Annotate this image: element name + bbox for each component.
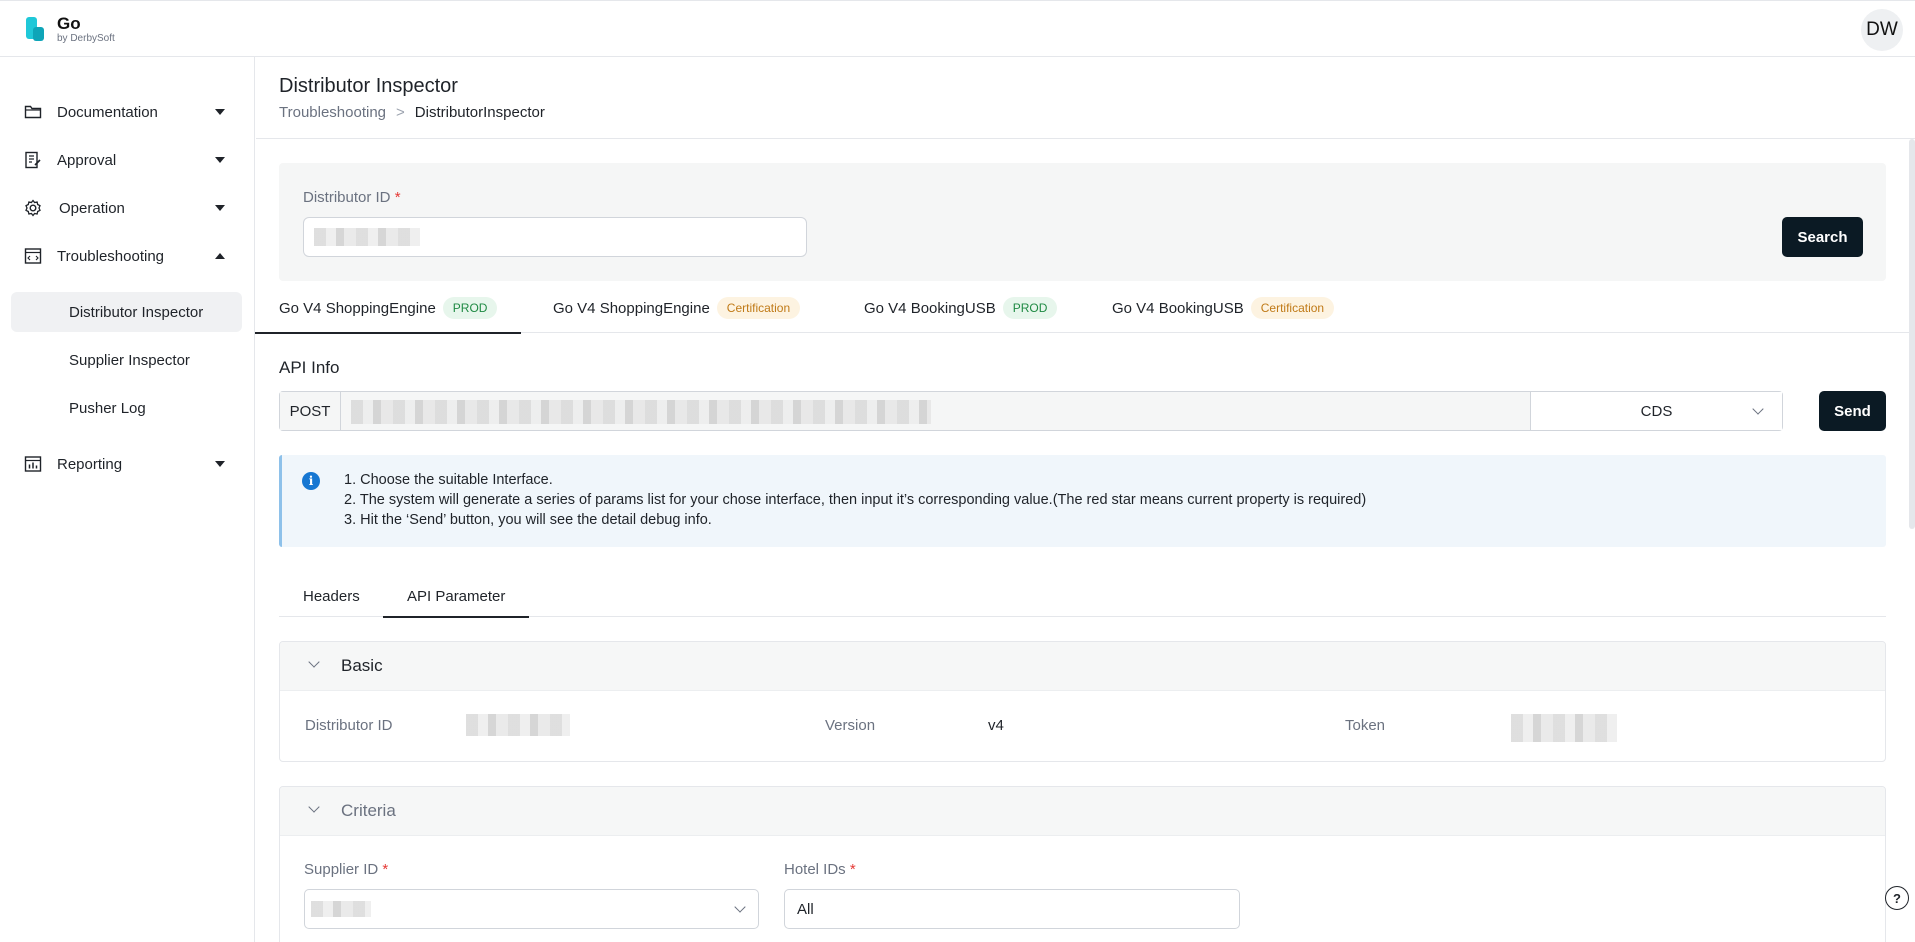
sidebar-subitem-label: Pusher Log [69, 399, 146, 417]
app-name: Go [57, 14, 81, 33]
info-icon: i [302, 472, 320, 490]
sidebar-item-operation[interactable]: Operation [0, 188, 254, 228]
request-subtabs: Headers API Parameter [279, 575, 1886, 618]
sidebar-subitem-label: Supplier Inspector [69, 351, 190, 369]
redacted-distributor-id [466, 714, 570, 736]
chevron-down-icon [308, 801, 320, 813]
search-button[interactable]: Search [1782, 217, 1863, 257]
tab-label: Go V4 BookingUSB [864, 299, 996, 317]
breadcrumb-current: DistributorInspector [414, 104, 545, 121]
supplier-id-label: Supplier ID * [304, 861, 389, 878]
page-title: Distributor Inspector [279, 75, 458, 97]
breadcrumb: Troubleshooting > DistributorInspector [279, 104, 545, 121]
redacted-supplier-id [311, 901, 371, 917]
env-badge: Certification [1250, 297, 1335, 319]
go-logo-icon [26, 17, 46, 43]
http-method: POST [280, 392, 341, 430]
distributor-search-panel: Distributor ID * Search [279, 163, 1886, 281]
redacted-token [1511, 714, 1617, 742]
sidebar-subitem-label: Distributor Inspector [69, 303, 204, 321]
basic-section-header[interactable]: Basic [280, 642, 1885, 691]
tab-bookingusb-prod[interactable]: Go V4 BookingUSB PROD [864, 283, 1058, 333]
sidebar-subitem-distributor-inspector[interactable]: Distributor Inspector [11, 292, 242, 332]
criteria-section: Criteria Supplier ID * Hotel IDs * All [279, 786, 1886, 942]
sidebar: Documentation Approval Operation Trouble… [0, 57, 255, 942]
token-label: Token [1345, 717, 1386, 734]
environment-select[interactable]: CDS [1530, 392, 1782, 430]
edit-document-icon [25, 151, 41, 169]
sidebar-item-label: Documentation [57, 103, 158, 121]
section-title: Basic [341, 656, 383, 675]
tab-shoppingengine-certification[interactable]: Go V4 ShoppingEngine Certification [553, 283, 801, 333]
supplier-id-select[interactable] [304, 889, 759, 929]
caret-up-icon [215, 253, 225, 259]
version-label: Version [825, 717, 876, 734]
send-button[interactable]: Send [1819, 391, 1886, 431]
instruction-line: 1. Choose the suitable Interface. [344, 472, 553, 488]
folder-icon [24, 105, 42, 119]
tab-bookingusb-certification[interactable]: Go V4 BookingUSB Certification [1112, 283, 1335, 333]
caret-down-icon [215, 205, 225, 211]
sidebar-item-label: Approval [57, 151, 117, 169]
tab-label: Go V4 ShoppingEngine [553, 299, 710, 317]
chevron-down-icon [308, 656, 320, 668]
bar-chart-icon [24, 456, 42, 472]
redacted-value [314, 228, 420, 246]
redacted-endpoint-url [351, 400, 931, 424]
app-logo[interactable]: Go by DerbySoft [26, 15, 115, 45]
env-badge: PROD [442, 297, 498, 319]
caret-down-icon [215, 461, 225, 467]
code-window-icon [24, 248, 42, 264]
tab-headers[interactable]: Headers [303, 575, 360, 617]
env-badge: Certification [716, 297, 801, 319]
breadcrumb-separator: > [396, 104, 405, 121]
sidebar-item-reporting[interactable]: Reporting [0, 444, 254, 484]
sidebar-item-documentation[interactable]: Documentation [0, 92, 254, 132]
instruction-line: 2. The system will generate a series of … [344, 492, 1367, 508]
instruction-line: 3. Hit the ‘Send’ button, you will see t… [344, 512, 712, 528]
instructions-alert: i 1. Choose the suitable Interface. 2. T… [279, 455, 1886, 547]
hotel-ids-label: Hotel IDs * [784, 861, 856, 878]
sidebar-subitem-supplier-inspector[interactable]: Supplier Inspector [11, 340, 242, 380]
page-scrollbar[interactable] [1909, 139, 1915, 529]
caret-down-icon [215, 109, 225, 115]
instructions-list: 1. Choose the suitable Interface. 2. The… [344, 470, 1366, 530]
interface-tabs: Go V4 ShoppingEngine PROD Go V4 Shopping… [254, 283, 1915, 334]
section-title: Criteria [341, 801, 396, 820]
criteria-section-header[interactable]: Criteria [280, 787, 1885, 836]
app-vendor: by DerbySoft [57, 33, 115, 44]
top-bar: Go by DerbySoft DW [0, 0, 1915, 57]
environment-value: CDS [1640, 402, 1673, 420]
sidebar-item-label: Troubleshooting [57, 247, 165, 265]
sidebar-item-label: Reporting [57, 455, 123, 473]
sidebar-item-approval[interactable]: Approval [0, 140, 254, 180]
version-value: v4 [988, 717, 1004, 734]
api-info-title: API Info [279, 358, 340, 377]
user-avatar[interactable]: DW [1861, 9, 1903, 51]
page-header: Distributor Inspector Troubleshooting > … [256, 57, 1915, 139]
basic-distributor-id-label: Distributor ID [305, 717, 393, 734]
api-request-row: POST CDS [279, 391, 1783, 431]
tab-label: Go V4 ShoppingEngine [279, 299, 436, 317]
caret-down-icon [215, 157, 225, 163]
tab-api-parameter[interactable]: API Parameter [382, 575, 530, 618]
hotel-ids-input[interactable]: All [784, 889, 1240, 929]
chevron-down-icon [734, 901, 746, 913]
tab-shoppingengine-prod[interactable]: Go V4 ShoppingEngine PROD [254, 283, 522, 334]
hotel-ids-value: All [797, 900, 814, 918]
sidebar-subitem-pusher-log[interactable]: Pusher Log [11, 388, 242, 428]
gear-icon [25, 199, 41, 217]
env-badge: PROD [1002, 297, 1058, 319]
breadcrumb-parent[interactable]: Troubleshooting [279, 104, 386, 121]
help-icon[interactable]: ? [1885, 886, 1909, 910]
sidebar-item-troubleshooting[interactable]: Troubleshooting [0, 236, 254, 276]
tab-label: Go V4 BookingUSB [1112, 299, 1244, 317]
sidebar-item-label: Operation [59, 199, 125, 217]
basic-section: Basic Distributor ID Version v4 Token [279, 641, 1886, 762]
distributor-id-label: Distributor ID * [303, 189, 401, 206]
chevron-down-icon [1752, 403, 1764, 415]
distributor-id-input[interactable] [303, 217, 807, 257]
